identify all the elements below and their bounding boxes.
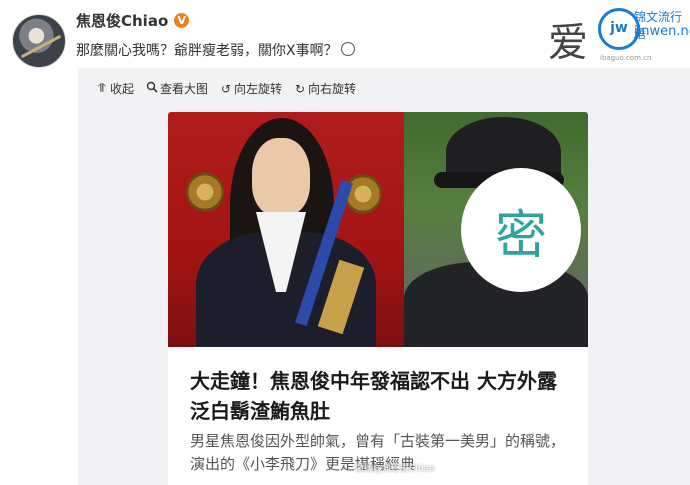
watermark-char: 爱 bbox=[548, 20, 588, 66]
watermark-url: jinwen.net bbox=[634, 24, 690, 39]
username[interactable]: 焦恩俊Chiao V bbox=[76, 10, 190, 31]
news-article-image[interactable]: 密 大走鐘！焦恩俊中年發福認不出 大方外露泛白鬍渣鮪魚肚 男星焦恩俊因外型帥氣，… bbox=[168, 112, 588, 485]
door-knob-decor bbox=[186, 172, 224, 212]
image-toolbar: ⥣ 收起 查看大图 ↺ 向左旋转 ↻ 向右旋转 bbox=[96, 80, 356, 97]
verified-badge-icon: V bbox=[174, 13, 190, 28]
collapse-button[interactable]: ⥣ 收起 bbox=[96, 80, 134, 97]
rotate-right-icon: ↻ bbox=[295, 81, 306, 96]
censor-char: 密 bbox=[494, 205, 547, 266]
actor-face bbox=[252, 138, 310, 216]
magnify-icon bbox=[146, 81, 158, 96]
rotate-left-label: 向左旋转 bbox=[234, 82, 283, 96]
post-body: 那麼關心我嗎？爺胖瘦老弱，關你X事啊？ bbox=[76, 43, 338, 59]
watermark-logo: 爱 jw 锦文流行语 jinwen.net ibaguo.com.cn bbox=[548, 6, 690, 68]
collapse-label: 收起 bbox=[110, 82, 135, 96]
rotate-left-icon: ↺ bbox=[221, 81, 232, 96]
source-watermark: 微博@焦恩俊Chiao bbox=[355, 464, 435, 474]
view-large-label: 查看大图 bbox=[160, 82, 209, 96]
avatar-sword-decor bbox=[20, 34, 62, 59]
actor-costume-photo bbox=[168, 112, 404, 347]
article-headline: 大走鐘！焦恩俊中年發福認不出 大方外露泛白鬍渣鮪魚肚 bbox=[190, 369, 557, 423]
smile-emoji-icon bbox=[340, 42, 355, 56]
face-censor-sticker: 密 bbox=[461, 168, 581, 292]
door-knob-decor bbox=[344, 174, 382, 214]
expanded-image-card: ⥣ 收起 查看大图 ↺ 向左旋转 ↻ 向右旋转 密 大走鐘！焦恩俊中年發福認不出… bbox=[78, 68, 690, 485]
rotate-right-button[interactable]: ↻ 向右旋转 bbox=[294, 80, 356, 97]
post-text: 那麼關心我嗎？爺胖瘦老弱，關你X事啊？ bbox=[76, 40, 355, 60]
actor-current-photo: 密 bbox=[404, 112, 588, 347]
collapse-icon: ⥣ bbox=[97, 81, 107, 95]
rotate-right-label: 向右旋转 bbox=[308, 82, 357, 96]
view-large-button[interactable]: 查看大图 bbox=[146, 80, 208, 97]
watermark-small-url: ibaguo.com.cn bbox=[600, 54, 652, 62]
avatar[interactable] bbox=[12, 14, 66, 68]
username-text[interactable]: 焦恩俊Chiao bbox=[76, 10, 168, 31]
rotate-left-button[interactable]: ↺ 向左旋转 bbox=[220, 80, 282, 97]
